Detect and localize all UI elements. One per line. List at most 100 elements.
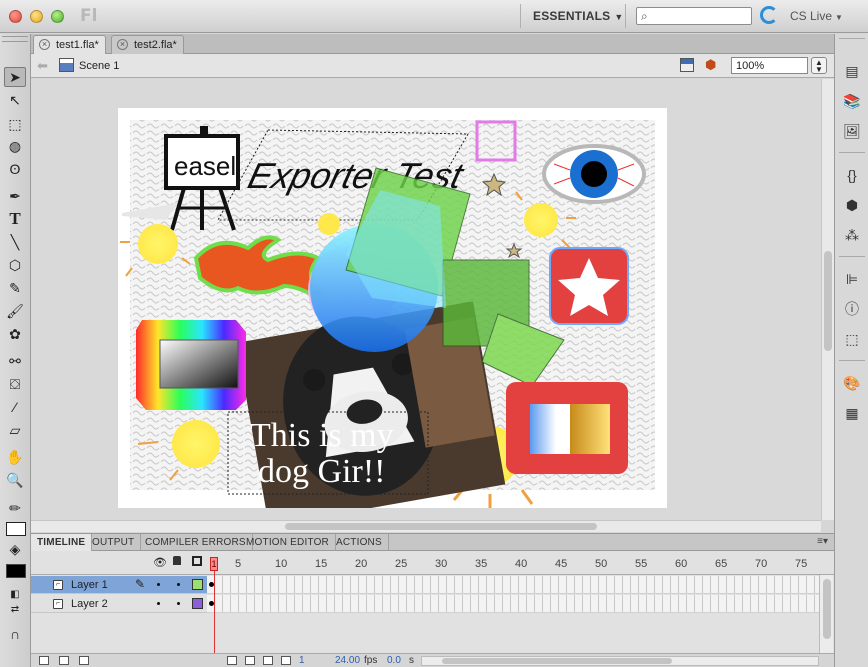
frame-row[interactable] (207, 576, 819, 594)
edit-multiple-frames-icon[interactable] (281, 656, 291, 665)
cs-live-icon[interactable] (760, 6, 778, 24)
text-tool-icon[interactable]: T (4, 209, 26, 229)
layer-color-swatch[interactable] (192, 579, 203, 590)
stage-horizontal-scrollbar[interactable] (31, 520, 821, 532)
eye-icon[interactable]: 👁 (153, 556, 167, 569)
delete-icon[interactable] (79, 656, 89, 665)
layer-name[interactable]: Layer 1 (71, 579, 108, 591)
paint-bucket-tool-icon[interactable]: ⛋ (4, 374, 26, 394)
library-panel-icon[interactable]: 📚 (843, 92, 861, 110)
3d-rotation-tool-icon[interactable]: ◍ (4, 136, 26, 156)
transform-panel-icon[interactable]: ⬚ (843, 330, 861, 348)
edit-symbols-icon[interactable]: ⬢ (705, 57, 721, 73)
fill-color-icon[interactable]: ◈ (4, 539, 26, 559)
lock-dot[interactable] (177, 583, 180, 586)
rectangle-tool-icon[interactable]: ⬡ (4, 255, 26, 275)
motion-presets-panel-icon[interactable]: 🖼 (843, 122, 861, 140)
stroke-color-icon[interactable]: ✏ (4, 498, 26, 518)
frame-number: 30 (435, 558, 448, 570)
swatches-grid-icon[interactable]: ▦ (843, 404, 861, 422)
line-tool-icon[interactable]: ╲ (4, 232, 26, 252)
time-value[interactable]: 0.0 (387, 655, 401, 666)
scroll-thumb[interactable] (442, 658, 672, 664)
selection-tool-icon[interactable]: ➤ (4, 67, 26, 87)
color-panel-icon[interactable]: 🎨 (843, 374, 861, 392)
deco-tool-icon[interactable]: ✿ (4, 324, 26, 344)
swatches-panel-icon[interactable]: ⁂ (843, 226, 861, 244)
edit-scene-icon[interactable] (680, 58, 694, 72)
fill-color-swatch[interactable] (6, 564, 26, 578)
fps-value[interactable]: 24.00 (335, 655, 360, 666)
panel-grip[interactable] (2, 36, 28, 42)
info-panel-icon[interactable]: ⓘ (843, 300, 861, 318)
document-tab-test2[interactable]: × test2.fla* (111, 35, 184, 54)
lock-dot[interactable] (177, 602, 180, 605)
align-panel-icon[interactable]: ⊫ (843, 270, 861, 288)
timeline-vertical-scrollbar[interactable] (819, 575, 833, 655)
pencil-tool-icon[interactable]: ✎ (4, 278, 26, 298)
scroll-thumb[interactable] (823, 579, 831, 639)
chevron-down-icon: ▼ (835, 13, 843, 22)
layer-color-swatch[interactable] (192, 598, 203, 609)
onion-outlines-icon[interactable] (263, 656, 273, 665)
scroll-thumb[interactable] (285, 523, 597, 530)
scene-breadcrumb[interactable]: Scene 1 (79, 60, 119, 72)
window-zoom-button[interactable] (51, 10, 64, 23)
properties-panel-icon[interactable]: ▤ (843, 62, 861, 80)
snap-magnet-icon[interactable]: ∩ (4, 624, 26, 644)
stage-vertical-scrollbar[interactable] (821, 79, 834, 520)
help-search-input[interactable]: ⌕ (636, 7, 752, 25)
scroll-thumb[interactable] (824, 251, 832, 351)
outline-icon[interactable] (192, 556, 202, 566)
playhead[interactable]: 1 (210, 557, 218, 571)
layer-name[interactable]: Layer 2 (71, 598, 108, 610)
zoom-tool-icon[interactable]: 🔍 (4, 470, 26, 490)
close-icon[interactable]: × (117, 39, 128, 50)
eraser-tool-icon[interactable]: ▱ (4, 420, 26, 440)
visibility-dot[interactable] (157, 602, 160, 605)
window-minimize-button[interactable] (30, 10, 43, 23)
document-tab-test1[interactable]: × test1.fla* (33, 35, 106, 54)
timeline-horizontal-scrollbar[interactable] (421, 656, 819, 666)
tab-actions[interactable]: ACTIONS (330, 534, 389, 551)
swap-colors-icon[interactable]: ⇄ (4, 599, 26, 619)
back-arrow-icon[interactable]: ⬅ (37, 58, 48, 74)
panel-menu-icon[interactable]: ≡▾ (817, 536, 828, 547)
center-frame-icon[interactable] (227, 656, 237, 665)
tab-output[interactable]: OUTPUT (86, 534, 142, 551)
edit-bar: ⬅ Scene 1 ⬢ 100% ▲ ▼ (31, 54, 834, 78)
stroke-color-swatch[interactable] (6, 522, 26, 536)
frame-row[interactable] (207, 595, 819, 613)
layer-row-layer-1[interactable]: ⌐ Layer 1 ✎ (31, 576, 207, 594)
cs-live-menu[interactable]: CS Live ▼ (790, 9, 843, 23)
free-transform-tool-icon[interactable]: ⬚ (4, 114, 26, 134)
tab-timeline[interactable]: TIMELINE (31, 534, 93, 551)
frame-area[interactable]: 5 10 15 20 25 30 35 40 45 50 55 60 65 70 75 1 (207, 551, 819, 665)
window-close-button[interactable] (9, 10, 22, 23)
title-bar: Fl ESSENTIALS ▼ ⌕ CS Live ▼ (0, 0, 868, 33)
brush-tool-icon[interactable]: 🖌 (4, 301, 26, 321)
code-snippets-panel-icon[interactable]: {} (843, 166, 861, 184)
zoom-stepper[interactable]: ▲ ▼ (811, 57, 827, 74)
tab-compiler-errors[interactable]: COMPILER ERRORS (139, 534, 253, 551)
workspace-switcher[interactable]: ESSENTIALS ▼ (533, 9, 623, 23)
close-icon[interactable]: × (39, 39, 50, 50)
onion-skin-icon[interactable] (245, 656, 255, 665)
layer-row-layer-2[interactable]: ⌐ Layer 2 (31, 595, 207, 613)
current-frame[interactable]: 1 (299, 655, 305, 666)
stage-canvas[interactable]: easel Exporter Test This is my dog Gir!! (118, 108, 667, 520)
hand-tool-icon[interactable]: ✋ (4, 447, 26, 467)
new-folder-icon[interactable] (59, 656, 69, 665)
lasso-tool-icon[interactable]: ʘ (4, 159, 26, 179)
lock-icon[interactable] (173, 556, 181, 565)
bone-tool-icon[interactable]: ⚯ (4, 351, 26, 371)
layer-icon: ⌐ (53, 580, 63, 590)
zoom-field[interactable]: 100% (731, 57, 808, 74)
visibility-dot[interactable] (157, 583, 160, 586)
components-panel-icon[interactable]: ⬢ (843, 196, 861, 214)
tab-motion-editor[interactable]: MOTION EDITOR (240, 534, 336, 551)
eyedropper-tool-icon[interactable]: ⁄ (4, 397, 26, 417)
pen-tool-icon[interactable]: ✒ (4, 186, 26, 206)
new-layer-icon[interactable] (39, 656, 49, 665)
subselection-tool-icon[interactable]: ↖ (4, 90, 26, 110)
